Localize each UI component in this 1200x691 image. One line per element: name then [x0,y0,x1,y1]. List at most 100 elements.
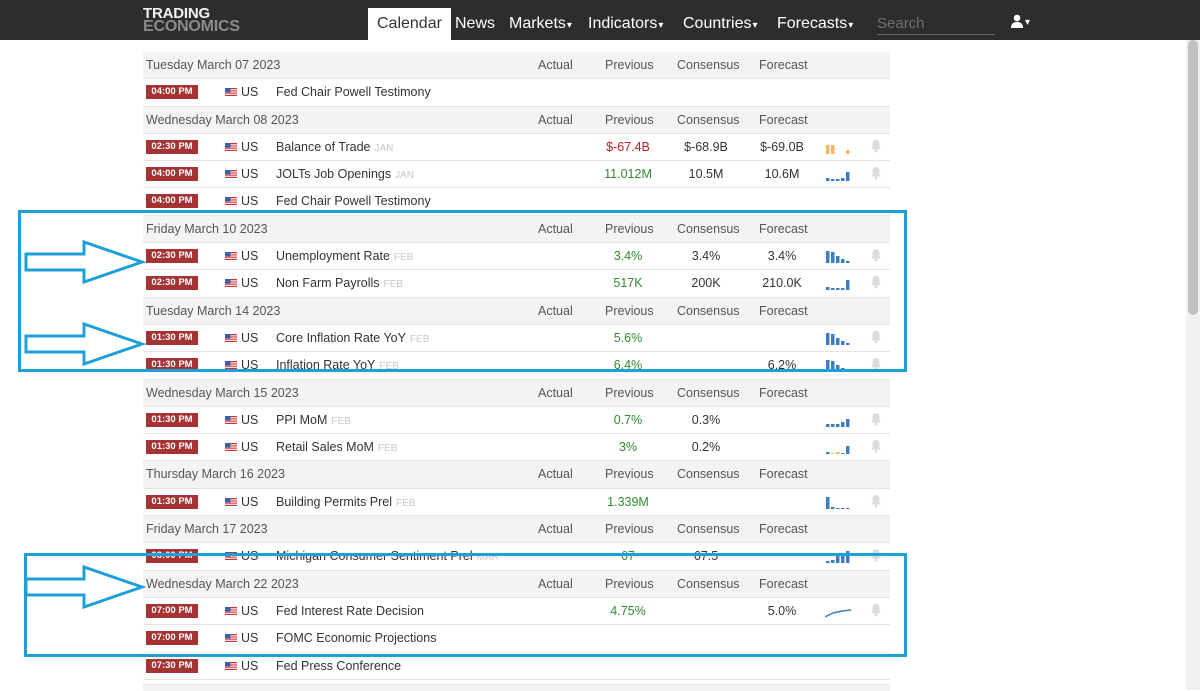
date-header-row: Tuesday March 07 2023 Actual Previous Co… [143,52,890,80]
event-country: US [241,167,259,182]
event-forecast-value: 10.6M [764,167,800,182]
date-header: Wednesday March 15 2023 [146,385,299,400]
us-flag-icon [225,443,237,452]
nav-countries[interactable]: Countries▾ [683,0,758,40]
nav-indicators[interactable]: Indicators▾ [588,0,663,40]
column-header-actual: Actual [538,58,573,72]
nav-news[interactable]: News [455,0,495,40]
bell-icon[interactable] [870,494,882,508]
event-name: Retail Sales MoM [276,440,374,455]
us-flag-icon [225,197,237,206]
event-consensus-value: 10.5M [688,167,724,182]
date-header-row: Wednesday March 15 2023 Actual Previous … [143,379,890,407]
event-time-badge: 04:00 PM [146,167,198,182]
event-consensus-value: 0.2% [691,440,721,455]
event-country: US [241,494,259,509]
nav-markets[interactable]: Markets▾ [509,0,572,40]
sparkline-icon[interactable] [825,495,851,509]
event-reference-period: JAN [374,142,394,154]
scrollbar-thumb[interactable] [1188,40,1198,315]
trading-economics-logo[interactable]: TRADING ECONOMICS [143,6,240,35]
sparkline-icon[interactable] [825,167,851,182]
chevron-down-icon: ▾ [658,20,664,31]
event-name: JOLTs Job Openings [276,167,392,182]
arrow-icon [24,240,147,284]
nav-news-label: News [455,15,496,32]
column-header-actual: Actual [538,112,573,127]
user-menu[interactable]: ▾ [1010,12,1031,29]
event-name: Fed Chair Powell Testimony [276,194,431,209]
event-name-link[interactable]: Retail Sales MoM FEB [276,434,397,462]
event-country: US [241,440,259,455]
event-name-link[interactable]: JOLTs Job Openings JAN [276,161,414,189]
event-row[interactable]: 04:00 PM US Fed Chair Powell Testimony [143,79,890,107]
chevron-down-icon: ▾ [752,20,758,31]
event-row[interactable]: 02:30 PM US Balance of Trade JAN $-67.4B … [143,134,890,162]
us-flag-icon [225,170,237,179]
event-name-link[interactable]: Building Permits Prel FEB [276,489,415,517]
date-header: Thursday March 16 2023 [146,467,285,482]
event-time-badge: 01:30 PM [146,494,198,509]
bell-icon[interactable] [870,166,882,180]
date-header-row: Friday March 17 2023 Actual Previous Con… [143,516,890,544]
chevron-down-icon: ▾ [1025,17,1031,28]
event-country: US [241,412,259,427]
bell-icon[interactable] [870,412,882,426]
event-row[interactable]: 01:30 PM US PPI MoM FEB 0.7% 0.3% [143,407,890,435]
sparkline-icon[interactable] [825,140,851,154]
event-country: US [241,85,259,100]
column-header-consensus: Consensus [677,58,740,72]
column-header-previous: Previous [605,112,654,127]
chevron-down-icon: ▾ [848,20,854,31]
event-previous-value: 11.012M [604,167,652,182]
top-navbar: TRADING ECONOMICS Calendar News Markets▾… [0,0,1200,40]
event-time-badge: 07:30 PM [146,658,198,673]
event-previous-value: $-67.4B [606,139,650,154]
nav-forecasts[interactable]: Forecasts▾ [777,0,853,40]
event-reference-period: FEB [331,415,351,427]
event-name-link[interactable]: Balance of Trade JAN [276,134,393,162]
bell-icon[interactable] [870,139,882,153]
event-name: PPI MoM [276,412,328,427]
arrow-icon [24,322,147,366]
column-header-forecast: Forecast [759,467,808,482]
highlight-box-mar10-mar14 [18,210,907,372]
us-flag-icon [225,142,237,151]
column-header-actual: Actual [538,522,573,537]
event-name: Building Permits Prel [276,494,393,509]
event-consensus-value: $-68.9B [684,139,728,154]
chevron-down-icon: ▾ [566,20,572,31]
nav-indicators-label: Indicators [588,15,658,32]
us-flag-icon [225,88,237,97]
sparkline-icon[interactable] [825,440,851,455]
event-previous-value: 0.7% [613,412,643,427]
date-header: Tuesday March 07 2023 [146,58,281,72]
event-consensus-value: 0.3% [691,412,721,427]
arrow-icon [24,565,147,609]
event-time-badge: 01:30 PM [146,412,198,427]
user-icon [1011,14,1023,29]
event-name-link[interactable]: Fed Chair Powell Testimony [276,79,431,105]
event-previous-value: 3% [618,440,638,455]
nav-countries-label: Countries [683,15,752,32]
column-header-previous: Previous [605,58,654,72]
event-row[interactable]: 01:30 PM US Building Permits Prel FEB 1.3… [143,489,890,517]
nav-forecasts-label: Forecasts [777,15,848,32]
date-header: Friday March 17 2023 [146,522,268,537]
nav-calendar-label: Calendar [377,15,442,32]
column-header-consensus: Consensus [677,467,740,482]
search-input[interactable] [877,12,995,35]
bell-icon[interactable] [870,439,882,453]
event-row[interactable]: 01:30 PM US Retail Sales MoM FEB 3% 0.2% [143,434,890,462]
column-header-previous: Previous [605,522,654,537]
date-header-row: Thursday March 16 2023 Actual Previous C… [143,461,890,489]
column-header-consensus: Consensus [677,112,740,127]
sparkline-icon[interactable] [825,413,851,427]
event-row[interactable]: 04:00 PM US JOLTs Job Openings JAN 11.012… [143,161,890,189]
nav-calendar[interactable]: Calendar [368,8,451,40]
event-time-badge: 04:00 PM [146,194,198,209]
event-time-badge: 04:00 PM [146,85,198,100]
page-scrollbar[interactable] [1186,40,1200,690]
event-name-link[interactable]: PPI MoM FEB [276,407,351,435]
column-header-actual: Actual [538,385,573,400]
